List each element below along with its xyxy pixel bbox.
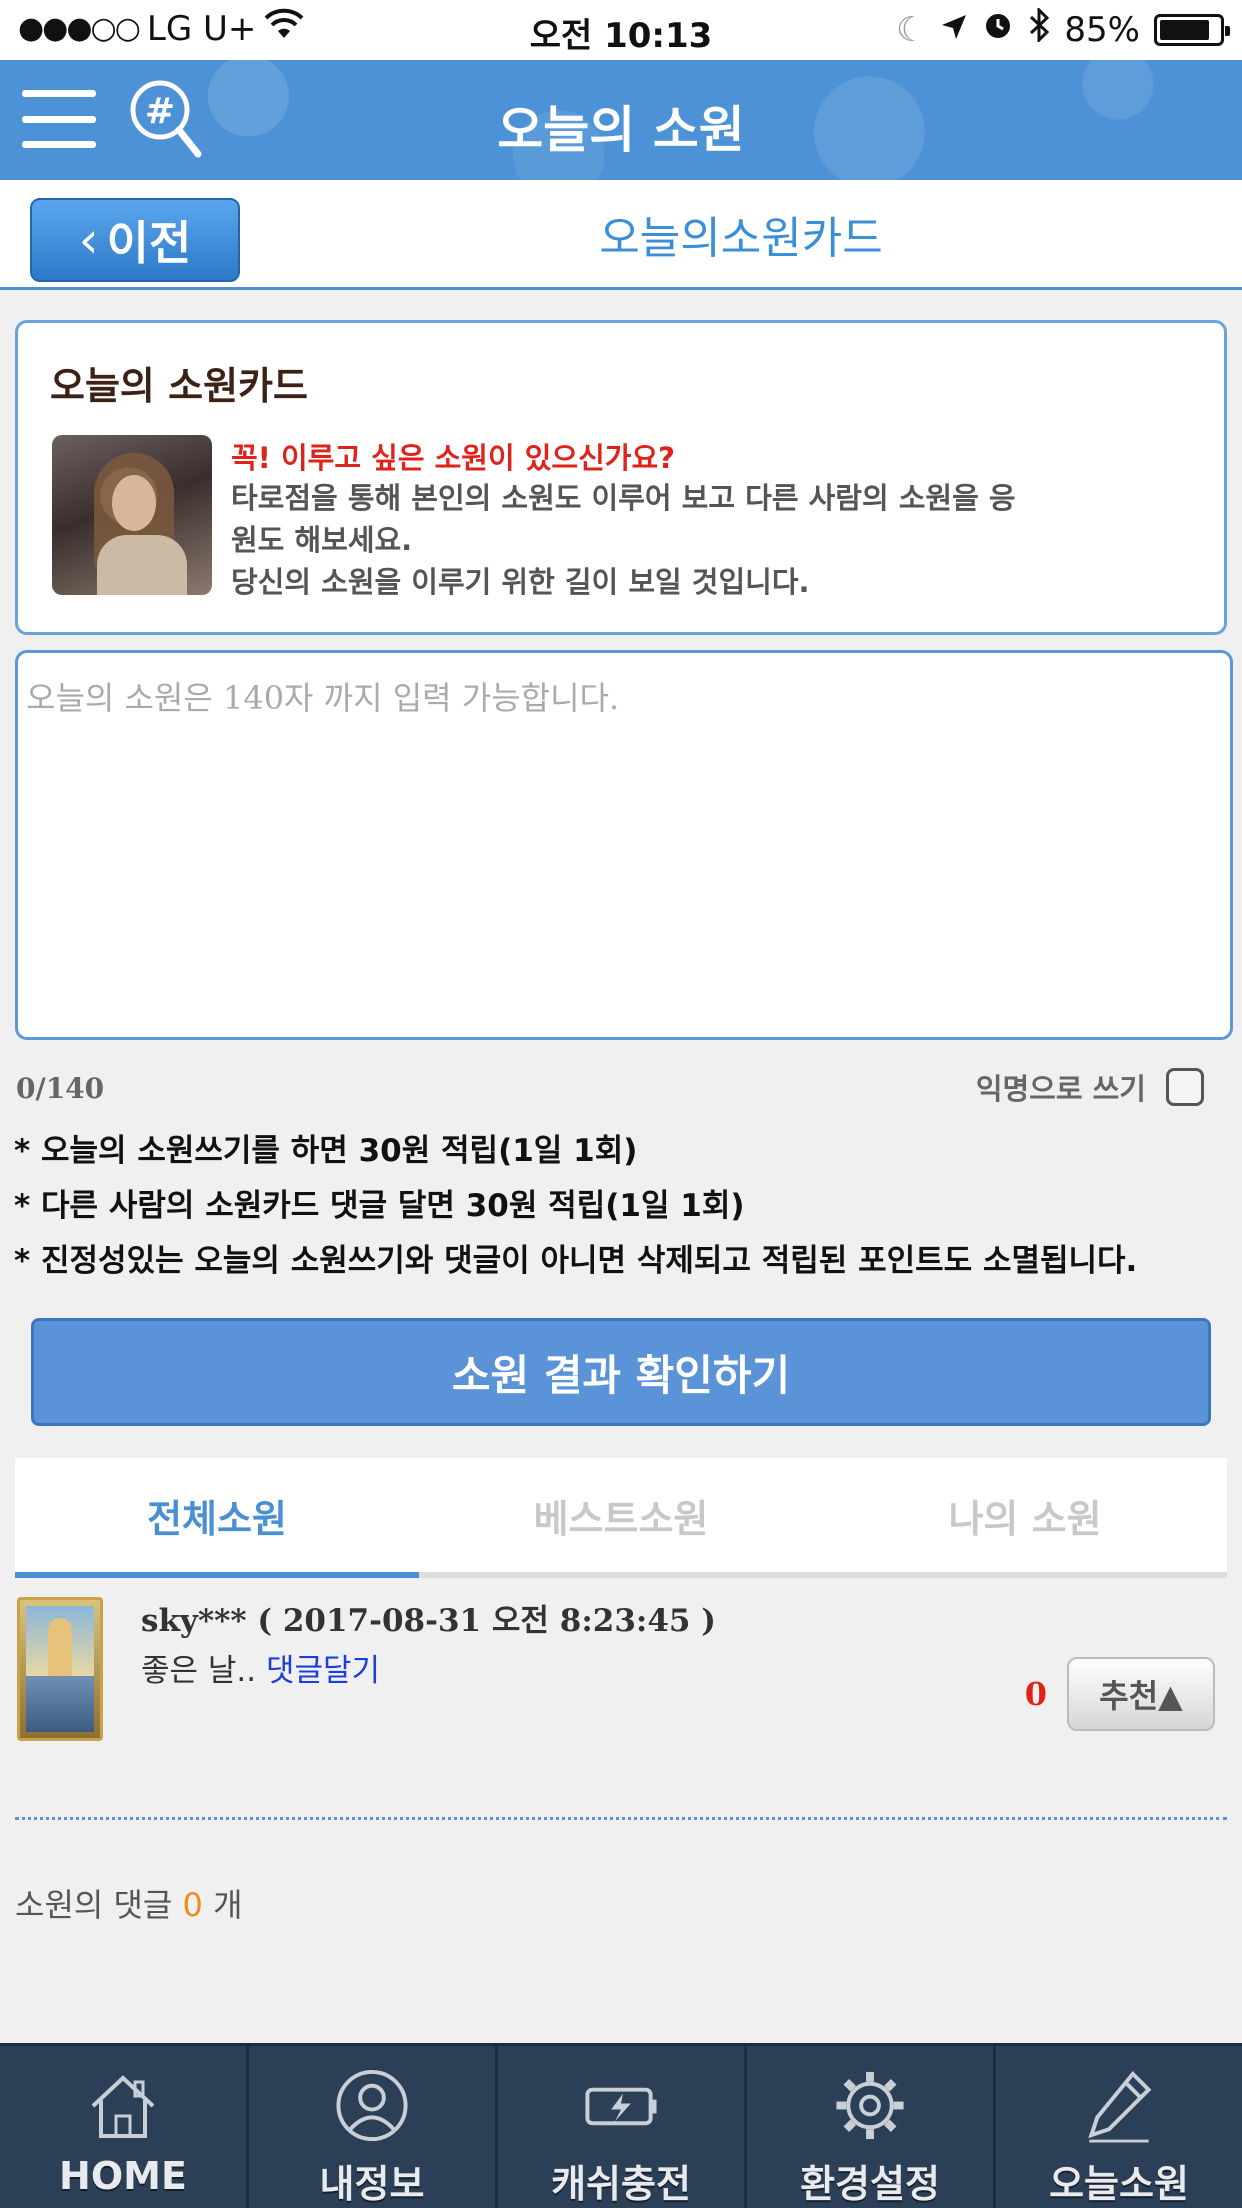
battery-charge-icon: [585, 2087, 657, 2126]
notice-item: * 다른 사람의 소원카드 댓글 달면 30원 적립(1일 1회): [14, 1188, 745, 1224]
wish-meta: sky*** ( 2017-08-31 오전 8:23:45 ): [141, 1603, 716, 1639]
nav-home[interactable]: HOME: [0, 2046, 249, 2208]
sub-header: ‹ 이전 오늘의소원카드: [0, 180, 1242, 290]
recommend-count: 0: [1024, 1675, 1047, 1713]
intro-title: 오늘의 소원카드: [50, 364, 308, 408]
battery-percent: 85%: [1064, 9, 1140, 50]
intro-description: 타로점을 통해 본인의 소원도 이루어 보고 다른 사람의 소원을 응 원도 해…: [231, 477, 1091, 603]
comment-count: 소원의 댓글 0 개: [15, 1880, 243, 1926]
nav-cash-charge-label: 캐쉬충전: [551, 2162, 691, 2206]
intro-lead: 꼭! 이루고 싶은 소원이 있으신가요?: [231, 441, 675, 475]
section-title: 오늘의소원카드: [599, 213, 883, 264]
list-item: sky*** ( 2017-08-31 오전 8:23:45 ) 좋은 날.. …: [15, 1595, 1227, 1745]
wish-text: 좋은 날..: [141, 1653, 257, 1689]
recommend-button[interactable]: 추천▲: [1067, 1657, 1215, 1731]
wish-tabs: 전체소원 베스트소원 나의 소원: [15, 1458, 1227, 1578]
tab-best-wishes[interactable]: 베스트소원: [419, 1458, 823, 1572]
back-button-label: 이전: [106, 216, 192, 270]
divider: [15, 1817, 1227, 1820]
wish-body: 좋은 날.. 댓글달기: [141, 1645, 380, 1690]
comment-prefix: 소원의 댓글: [15, 1886, 173, 1924]
notice-item: * 진정성있는 오늘의 소원쓰기와 댓글이 아니면 삭제되고 적립된 포인트도 …: [14, 1243, 1138, 1279]
status-right: ☾ 85%: [895, 6, 1230, 51]
wish-input[interactable]: [15, 650, 1233, 1040]
user-icon: [336, 2069, 408, 2142]
intro-desc-line: 타로점을 통해 본인의 소원도 이루어 보고 다른 사람의 소원을 응: [231, 481, 1016, 515]
back-button[interactable]: ‹ 이전: [30, 198, 240, 282]
anonymous-label: 익명으로 쓰기: [975, 1072, 1146, 1106]
nav-today-wish[interactable]: 오늘소원: [996, 2046, 1242, 2208]
char-counter: 0/140: [16, 1072, 105, 1105]
check-result-button[interactable]: 소원 결과 확인하기: [31, 1318, 1211, 1426]
bluetooth-icon: [1028, 6, 1050, 51]
battery-icon: [1154, 13, 1230, 46]
status-bar: ●●●○○ LG U+ 오전 10:13 ☾ 85%: [0, 0, 1242, 60]
nav-settings-label: 환경설정: [800, 2162, 940, 2206]
gear-icon: [836, 2071, 904, 2140]
home-icon: [91, 2075, 155, 2138]
notice-item: * 오늘의 소원쓰기를 하면 30원 적립(1일 1회): [14, 1133, 638, 1169]
comment-number: 0: [182, 1886, 203, 1924]
intro-desc-line: 원도 해보세요.: [231, 523, 413, 557]
tab-all-wishes[interactable]: 전체소원: [15, 1458, 419, 1578]
location-arrow-icon: [940, 10, 968, 50]
chevron-left-icon: ‹: [78, 211, 99, 269]
app-header: # 오늘의 소원: [0, 60, 1242, 180]
alarm-icon: [982, 9, 1014, 50]
intro-desc-line: 당신의 소원을 이루기 위한 길이 보일 것입니다.: [231, 565, 810, 599]
moon-icon: ☾: [895, 9, 927, 50]
anonymous-checkbox[interactable]: [1166, 1068, 1204, 1106]
nav-cash-charge[interactable]: 캐쉬충전: [498, 2046, 747, 2208]
page-title: 오늘의 소원: [497, 101, 745, 159]
intro-card: 오늘의 소원카드 꼭! 이루고 싶은 소원이 있으신가요? 타로점을 통해 본인…: [15, 320, 1227, 635]
tarot-card-thumbnail: [17, 1597, 103, 1741]
reply-link[interactable]: 댓글달기: [266, 1653, 380, 1689]
tab-my-wishes[interactable]: 나의 소원: [823, 1458, 1227, 1572]
notice-list: * 오늘의 소원쓰기를 하면 30원 적립(1일 1회) * 다른 사람의 소원…: [14, 1124, 1137, 1289]
nav-home-label: HOME: [59, 2154, 187, 2198]
tarot-reader-avatar: [52, 435, 212, 595]
comment-suffix: 개: [213, 1886, 243, 1924]
nav-my-info-label: 내정보: [319, 2162, 425, 2206]
nav-today-wish-label: 오늘소원: [1049, 2162, 1189, 2206]
nav-settings[interactable]: 환경설정: [747, 2046, 996, 2208]
anonymous-toggle[interactable]: 익명으로 쓰기: [976, 1066, 1204, 1108]
nav-my-info[interactable]: 내정보: [249, 2046, 498, 2208]
bottom-nav: HOME 내정보 캐쉬충전 환경설정 오늘소원: [0, 2043, 1242, 2208]
pencil-icon: [1088, 2070, 1152, 2143]
